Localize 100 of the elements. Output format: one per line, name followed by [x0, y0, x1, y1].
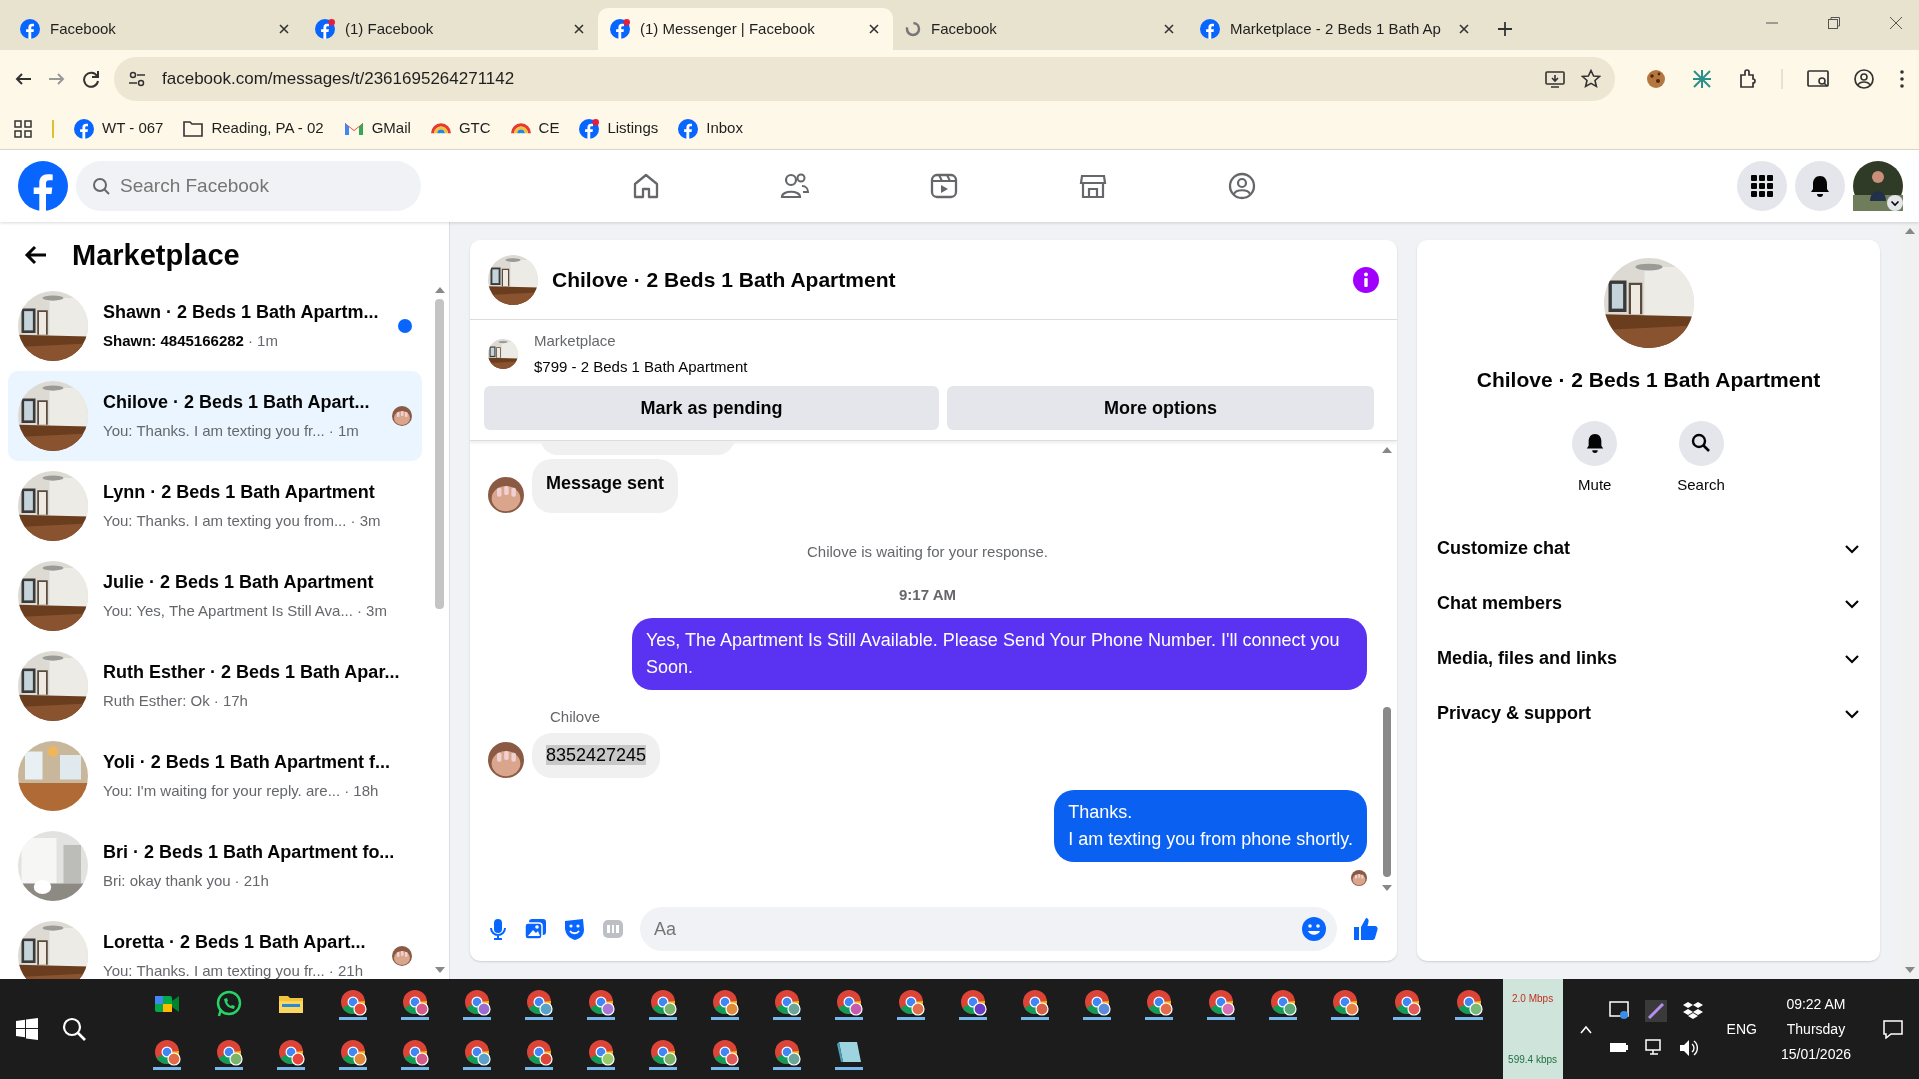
chat-app-icon[interactable] [214, 990, 243, 1018]
profile-icon[interactable] [1853, 68, 1875, 90]
reload-icon[interactable] [82, 70, 100, 88]
cookie-icon[interactable] [1645, 68, 1667, 90]
browser-icon[interactable] [1330, 988, 1359, 1020]
bookmark-link[interactable]: WT - 067 [74, 117, 164, 140]
video-icon[interactable] [928, 171, 959, 201]
browser-icon[interactable] [772, 988, 801, 1020]
browser-icon[interactable] [1268, 988, 1297, 1020]
scrollbar-thumb[interactable] [435, 298, 444, 609]
browser-icon[interactable] [400, 988, 429, 1020]
browser-icon[interactable] [400, 1038, 429, 1070]
section-toggle[interactable]: Chat members [1437, 576, 1860, 631]
close-icon[interactable] [1162, 22, 1176, 36]
new-tab-icon[interactable] [1497, 21, 1513, 37]
browser-icon[interactable] [648, 988, 677, 1020]
browser-icon[interactable] [1454, 988, 1483, 1020]
browser-icon[interactable] [772, 1038, 801, 1070]
bookmark-link[interactable]: Listings [579, 117, 659, 140]
scrollbar-thumb[interactable] [1383, 707, 1391, 877]
scroll-down-icon[interactable] [1903, 965, 1916, 975]
language-indicator[interactable]: ENG [1718, 979, 1765, 1079]
scroll-down-icon[interactable] [433, 965, 446, 975]
extension-icon[interactable] [1691, 68, 1713, 90]
browser-icon[interactable] [710, 988, 739, 1020]
browser-tab[interactable]: (1) Facebook [303, 8, 598, 50]
display-icon[interactable] [1608, 1000, 1629, 1020]
action-button[interactable]: Mark as pending [484, 386, 939, 430]
browser-icon[interactable] [1206, 988, 1235, 1020]
conversation-item[interactable]: Shawn · 2 Beds 1 Bath Apartm... Shawn: 4845166282 · 1m [8, 280, 422, 371]
scroll-up-icon[interactable] [1903, 226, 1916, 236]
scroll-up-icon[interactable] [1381, 445, 1393, 455]
groups-icon[interactable] [1226, 171, 1257, 201]
clock-date[interactable]: 15/01/2026 [1780, 1043, 1851, 1065]
browser-icon[interactable] [524, 1038, 553, 1070]
info-icon[interactable] [1353, 266, 1379, 293]
browser-icon[interactable] [338, 988, 367, 1020]
close-icon[interactable] [1457, 22, 1471, 36]
tab-search-icon[interactable] [1807, 68, 1829, 90]
bookmark-link[interactable]: Reading, PA - 02 [183, 117, 324, 140]
conversation-item[interactable]: Yoli · 2 Beds 1 Bath Apartment f... You: I'm waiting for your reply. are... · 18h [8, 730, 422, 821]
browser-icon[interactable] [1020, 988, 1049, 1020]
browser-icon[interactable] [524, 988, 553, 1020]
emoji-icon[interactable] [1301, 916, 1327, 942]
photo-icon[interactable] [524, 918, 547, 940]
browser-icon[interactable] [896, 988, 925, 1020]
microphone-icon[interactable] [488, 918, 508, 940]
browser-tab[interactable]: Marketplace - 2 Beds 1 Bath Ap [1188, 8, 1483, 50]
section-toggle[interactable]: Media, files and links [1437, 631, 1860, 686]
menu-icon[interactable] [1899, 69, 1905, 89]
clock-day[interactable]: Thursday [1786, 1018, 1846, 1040]
conversation-item[interactable]: Lynn · 2 Beds 1 Bath Apartment You: Thanks. I am texting you from... · 3m [8, 460, 422, 551]
profile-avatar[interactable] [1853, 161, 1903, 211]
browser-icon[interactable] [1144, 988, 1173, 1020]
bookmark-link[interactable]: GTC [430, 117, 491, 140]
conversation-item[interactable]: Bri · 2 Beds 1 Bath Apartment fo... Bri: okay thank you · 21h [8, 820, 422, 911]
browser-icon[interactable] [648, 1038, 677, 1070]
close-icon[interactable] [867, 22, 881, 36]
listing-title[interactable]: $799 - 2 Beds 1 Bath Apartment [534, 355, 748, 378]
conversation-item[interactable]: Ruth Esther · 2 Beds 1 Bath Apar... Ruth Esther: Ok · 17h [8, 640, 422, 731]
facebook-logo[interactable] [18, 161, 68, 211]
bookmark-link[interactable]: GMail [343, 117, 411, 140]
browser-icon[interactable] [958, 988, 987, 1020]
section-toggle[interactable]: Privacy & support [1437, 686, 1860, 741]
friends-icon[interactable] [779, 171, 810, 201]
install-icon[interactable] [1545, 70, 1565, 88]
pen-icon[interactable] [1644, 1000, 1667, 1022]
notification-icon[interactable] [1883, 1019, 1903, 1039]
close-icon[interactable] [277, 22, 291, 36]
browser-tab[interactable]: Facebook [893, 8, 1188, 50]
search-field[interactable]: Search Facebook [76, 161, 421, 211]
apps-icon[interactable] [14, 119, 32, 138]
site-settings-icon[interactable] [128, 70, 146, 88]
message-field[interactable]: Aa [640, 907, 1337, 951]
bookmark-link[interactable]: CE [510, 117, 560, 140]
browser-icon[interactable] [152, 1038, 181, 1070]
action-button[interactable]: Search [1671, 419, 1731, 497]
close-icon[interactable] [1889, 16, 1903, 30]
network-icon[interactable] [1644, 1038, 1663, 1056]
dropbox-icon[interactable] [1682, 1000, 1703, 1020]
browser-tab[interactable]: (1) Messenger | Facebook [598, 8, 893, 50]
browser-icon[interactable] [276, 1038, 305, 1070]
browser-icon[interactable] [462, 1038, 491, 1070]
start-icon[interactable] [16, 1018, 38, 1040]
browser-icon[interactable] [586, 988, 615, 1020]
bookmark-link[interactable]: Inbox [678, 117, 743, 140]
section-toggle[interactable]: Customize chat [1437, 521, 1860, 576]
browser-icon[interactable] [586, 1038, 615, 1070]
scroll-down-icon[interactable] [1381, 883, 1393, 893]
conversation-item[interactable]: Julie · 2 Beds 1 Bath Apartment You: Yes, The Apartment Is Still Ava... · 3m [8, 550, 422, 641]
browser-icon[interactable] [214, 1038, 243, 1070]
volume-icon[interactable] [1678, 1038, 1699, 1058]
restore-icon[interactable] [1827, 16, 1841, 30]
star-icon[interactable] [1581, 69, 1601, 89]
browser-icon[interactable] [1082, 988, 1111, 1020]
conversation-item[interactable]: Chilove · 2 Beds 1 Bath Apart... You: Thanks. I am texting you fr... · 1m [8, 370, 422, 461]
close-icon[interactable] [572, 22, 586, 36]
browser-icon[interactable] [834, 988, 863, 1020]
browser-icon[interactable] [462, 988, 491, 1020]
search-icon[interactable] [62, 1017, 86, 1041]
